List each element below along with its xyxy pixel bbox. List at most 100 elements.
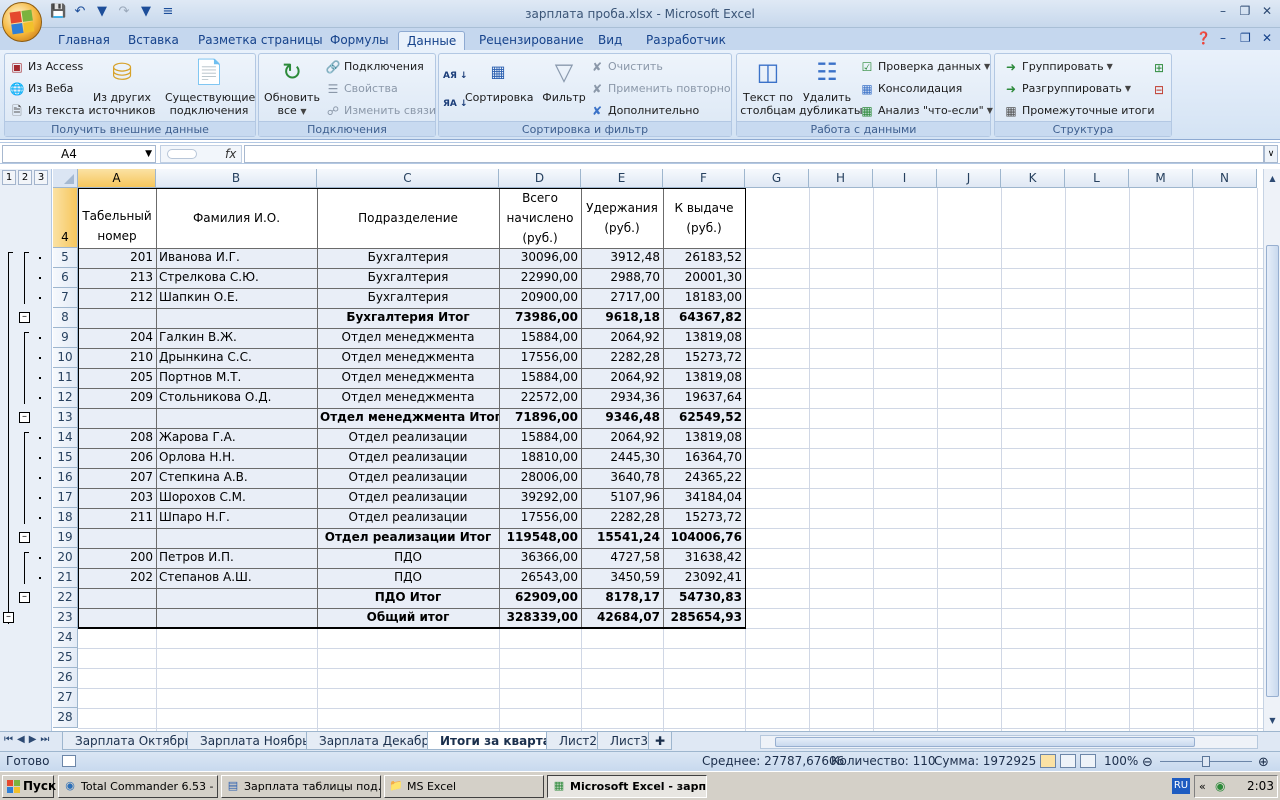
minimize-icon[interactable]: – [1214,2,1232,20]
name-box[interactable]: A4 ▼ [2,145,156,163]
row-header[interactable]: 10 [53,348,78,368]
tab-view[interactable]: Вид [590,31,630,50]
name-box-dropdown-icon[interactable]: ▼ [145,146,152,162]
row-header[interactable]: 12 [53,388,78,408]
row-header[interactable]: 26 [53,668,78,688]
start-button[interactable]: Пуск [2,775,56,798]
page-break-view-icon[interactable] [1080,754,1096,768]
sort-za-button[interactable]: ЯА ↓ [443,94,467,114]
column-header-d[interactable]: D [499,169,581,188]
close-icon[interactable]: ✕ [1258,2,1276,20]
edit-links-button[interactable]: ☍ Изменить связи [325,101,436,121]
row-header[interactable]: 20 [53,548,78,568]
tab-home[interactable]: Главная [50,31,118,50]
properties-button[interactable]: ☰ Свойства [325,79,398,99]
tray-expand-icon[interactable]: « [1199,776,1206,797]
last-sheet-icon[interactable]: ⏭ [40,734,49,745]
column-header-c[interactable]: C [317,169,499,188]
zoom-out-icon[interactable]: ⊖ [1142,753,1153,772]
column-header-g[interactable]: G [745,169,809,188]
text-to-columns-button[interactable]: ◫ Текст по столбцам [737,56,799,117]
tab-developer[interactable]: Разработчик [638,31,734,50]
taskbar-item-folder[interactable]: 📁 MS Excel [384,775,544,798]
horizontal-scrollbar[interactable] [760,735,1258,749]
sheet-tab-october[interactable]: Зарплата Октябрь [62,732,205,750]
sheet-tab-november[interactable]: Зарплата Ноябрь [187,732,323,750]
next-sheet-icon[interactable]: ▶ [29,734,37,745]
row-header[interactable]: 15 [53,448,78,468]
row-header[interactable]: 5 [53,248,78,268]
row-header[interactable]: 6 [53,268,78,288]
from-other-sources-button[interactable]: ⛁ Из других источников [87,56,157,117]
outline-level-3-button[interactable]: 3 [34,170,48,185]
group-button[interactable]: ➜ Группировать ▼ [1003,57,1113,77]
whatif-button[interactable]: ▦ Анализ "что-если" ▼ [859,101,993,121]
connections-button[interactable]: 🔗 Подключения [325,57,424,77]
column-header-m[interactable]: M [1129,169,1193,188]
from-text-button[interactable]: 🗎 Из текста [9,101,84,121]
data-validation-button[interactable]: ☑ Проверка данных ▼ [859,57,991,77]
language-indicator[interactable]: RU [1172,778,1190,794]
row-header[interactable]: 14 [53,428,78,448]
outline-level-2-button[interactable]: 2 [18,170,32,185]
show-detail-icon[interactable]: ⊞ [1151,60,1167,76]
column-header-a[interactable]: A [78,169,156,188]
row-header[interactable]: 11 [53,368,78,388]
column-header-k[interactable]: K [1001,169,1065,188]
row-header[interactable]: 7 [53,288,78,308]
ungroup-button[interactable]: ➜ Разгруппировать ▼ [1003,79,1131,99]
ribbon-close-icon[interactable]: ✕ [1262,31,1272,45]
column-header-l[interactable]: L [1065,169,1129,188]
scroll-up-icon[interactable]: ▲ [1266,172,1279,186]
taskbar-item-word[interactable]: ▤ Зарплата таблицы под... [221,775,381,798]
formula-input[interactable] [244,145,1264,163]
row-header[interactable]: 8 [53,308,78,328]
row-header[interactable]: 24 [53,628,78,648]
row-header[interactable]: 28 [53,708,78,728]
zoom-in-icon[interactable]: ⊕ [1258,753,1269,772]
collapse-all-icon[interactable]: – [3,612,14,623]
restore-icon[interactable]: ❐ [1236,2,1254,20]
page-layout-view-icon[interactable] [1060,754,1076,768]
ribbon-minimize-icon[interactable]: – [1220,31,1226,45]
advanced-filter-button[interactable]: ✘ Дополнительно [589,101,699,121]
row-header[interactable]: 18 [53,508,78,528]
tab-review[interactable]: Рецензирование [471,31,592,50]
vertical-scroll-thumb[interactable] [1266,245,1279,697]
row-header[interactable]: 16 [53,468,78,488]
row-header[interactable]: 22 [53,588,78,608]
outline-level-1-button[interactable]: 1 [2,170,16,185]
scroll-down-icon[interactable]: ▼ [1266,714,1279,728]
tray-network-icon[interactable]: ◉ [1215,776,1225,797]
row-header[interactable]: 25 [53,648,78,668]
column-header-i[interactable]: I [873,169,937,188]
clear-button[interactable]: ✘ Очистить [589,57,663,77]
row-header[interactable]: 9 [53,328,78,348]
worksheet-grid[interactable]: Табельный номер Фамилия И.О. Подразделен… [78,188,1263,731]
column-header-e[interactable]: E [581,169,663,188]
collapse-group-icon[interactable]: – [19,412,30,423]
normal-view-icon[interactable] [1040,754,1056,768]
sort-button[interactable]: ▦ Сортировка [465,56,534,104]
zoom-level[interactable]: 100% [1104,752,1138,771]
column-header-f[interactable]: F [663,169,745,188]
taskbar-item-excel[interactable]: ▦ Microsoft Excel - зарп... [547,775,707,798]
tab-insert[interactable]: Вставка [120,31,187,50]
vertical-scrollbar[interactable]: ▲ ▼ [1263,169,1280,731]
collapse-group-icon[interactable]: – [19,592,30,603]
ribbon-restore-icon[interactable]: ❐ [1240,31,1251,45]
row-header[interactable]: 23 [53,608,78,628]
tab-formulas[interactable]: Формулы [322,31,397,50]
horizontal-scroll-thumb[interactable] [775,737,1195,747]
subtotal-button[interactable]: ▦ Промежуточные итоги [1003,101,1154,121]
consolidate-button[interactable]: ▦ Консолидация [859,79,962,99]
sort-az-button[interactable]: АЯ ↓ [443,66,467,86]
row-header[interactable]: 17 [53,488,78,508]
insert-function-button[interactable]: fx [160,145,242,163]
column-header-n[interactable]: N [1193,169,1257,188]
tab-data[interactable]: Данные [398,31,466,50]
from-web-button[interactable]: 🌐 Из Веба [9,79,74,99]
tab-page-layout[interactable]: Разметка страницы [190,31,331,50]
collapse-group-icon[interactable]: – [19,532,30,543]
hide-detail-icon[interactable]: ⊟ [1151,82,1167,98]
